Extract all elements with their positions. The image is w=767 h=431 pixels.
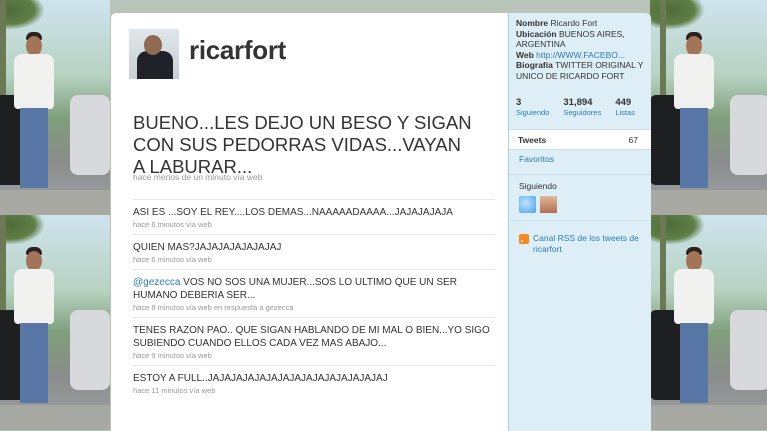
web-link[interactable]: http://WWW.FACEBO... bbox=[536, 50, 625, 60]
following-avatar[interactable] bbox=[519, 196, 536, 213]
tweet-text: QUIEN MAS?JAJAJAJAJAJAJAJ bbox=[133, 242, 282, 253]
tweet-meta[interactable]: hace 6 minutos vía web bbox=[133, 255, 495, 264]
stat-followers-count: 31,894 bbox=[563, 97, 593, 108]
tweet-text: ASI ES ...SOY EL REY....LOS DEMAS...NAAA… bbox=[133, 207, 453, 218]
location-label: Ubicación bbox=[516, 28, 557, 39]
stat-following-label: Siguiendo bbox=[516, 108, 550, 117]
divider bbox=[509, 220, 651, 221]
stat-following-count: 3 bbox=[516, 97, 522, 108]
latest-tweet-meta[interactable]: hace menos de un minuto vía web bbox=[133, 172, 262, 182]
tweet-item: ASI ES ...SOY EL REY....LOS DEMAS...NAAA… bbox=[133, 199, 495, 234]
tweet-meta[interactable]: hace 11 minutos vía web bbox=[133, 386, 495, 395]
stat-lists-label: Listas bbox=[615, 108, 635, 117]
profile-screen-name: ricarfort bbox=[189, 35, 286, 65]
stat-lists[interactable]: 449 Listas bbox=[615, 97, 635, 117]
divider bbox=[509, 174, 651, 175]
tweet-item: QUIEN MAS?JAJAJAJAJAJAJAJ hace 6 minutos… bbox=[133, 234, 495, 269]
rss-feed-link[interactable]: Canal RSS de los tweets de ricarfort bbox=[519, 233, 644, 254]
stat-followers-label: Seguidores bbox=[563, 108, 602, 117]
tweet-item: ESTOY A FULL..JAJAJAJAJAJAJAJAJAJAJAJAJA… bbox=[133, 365, 495, 400]
following-section-title: Siguiendo bbox=[519, 181, 557, 191]
tweets-tab-label: Tweets bbox=[518, 135, 547, 145]
tweet-text: @gezecca VOS NO SOS UNA MUJER...SOS LO U… bbox=[133, 276, 495, 302]
tweet-meta[interactable]: hace 9 minutos vía web bbox=[133, 351, 495, 360]
tweet-item: TENES RAZON PAO.. QUE SIGAN HABLANDO DE … bbox=[133, 317, 495, 365]
wallpaper-tile bbox=[650, 0, 767, 215]
mention-link[interactable]: @gezecca bbox=[133, 277, 180, 288]
profile-avatar[interactable] bbox=[129, 29, 179, 79]
wallpaper-tile bbox=[0, 215, 110, 430]
name-label: Nombre bbox=[516, 18, 549, 28]
rss-icon bbox=[519, 234, 529, 244]
stat-followers[interactable]: 31,894 Seguidores bbox=[563, 97, 601, 117]
profile-sidebar: Nombre Ricardo Fort Ubicación BUENOS AIR… bbox=[508, 13, 651, 431]
following-avatars bbox=[519, 196, 557, 213]
rss-label: Canal RSS de los tweets de ricarfort bbox=[533, 233, 639, 254]
tweet-list: ASI ES ...SOY EL REY....LOS DEMAS...NAAA… bbox=[133, 199, 495, 400]
web-label: Web bbox=[516, 49, 534, 60]
following-avatar[interactable] bbox=[540, 196, 557, 213]
tweets-count: 67 bbox=[628, 135, 638, 145]
tweet-meta[interactable]: hace 6 minutos vía web bbox=[133, 220, 495, 229]
favorites-link[interactable]: Favoritos bbox=[519, 154, 554, 164]
tweets-tab[interactable]: Tweets 67 bbox=[509, 129, 651, 150]
tweet-text: ESTOY A FULL..JAJAJAJAJAJAJAJAJAJAJAJAJA… bbox=[133, 373, 388, 384]
profile-bio: Nombre Ricardo Fort Ubicación BUENOS AIR… bbox=[516, 18, 644, 81]
bio-label: Biografía bbox=[516, 60, 553, 70]
stat-lists-count: 449 bbox=[615, 97, 632, 108]
timeline-panel: ricarfort BUENO...LES DEJO UN BESO Y SIG… bbox=[111, 13, 508, 431]
tweet-item: @gezecca VOS NO SOS UNA MUJER...SOS LO U… bbox=[133, 269, 495, 317]
tweet-text-body: VOS NO SOS UNA MUJER...SOS LO ULTIMO QUE… bbox=[133, 277, 457, 301]
profile-stats: 3 Siguiendo 31,894 Seguidores 449 Listas bbox=[516, 97, 646, 117]
wallpaper-tile bbox=[650, 215, 767, 430]
latest-tweet-text: BUENO...LES DEJO UN BESO Y SIGAN CON SUS… bbox=[133, 112, 472, 177]
tweet-meta[interactable]: hace 8 minutos vía web en respuesta a ge… bbox=[133, 303, 495, 312]
tweet-text: TENES RAZON PAO.. QUE SIGAN HABLANDO DE … bbox=[133, 325, 490, 349]
name-value: Ricardo Fort bbox=[550, 18, 598, 28]
stat-following[interactable]: 3 Siguiendo bbox=[516, 97, 549, 117]
wallpaper-tile bbox=[0, 0, 110, 215]
